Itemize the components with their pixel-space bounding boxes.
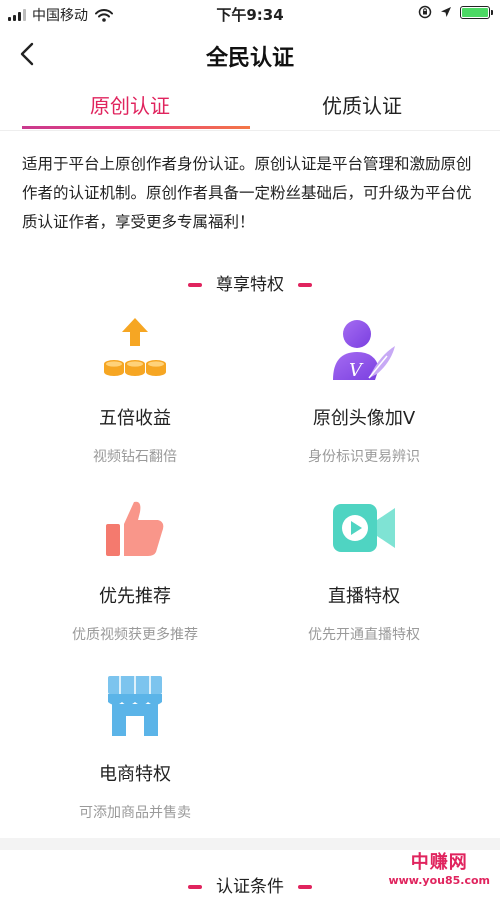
header-dash-left xyxy=(188,885,202,889)
privileges-header: 尊享特权 xyxy=(0,270,500,295)
store-icon xyxy=(108,676,162,736)
location-arrow-icon xyxy=(441,7,451,17)
privileges-header-label: 尊享特权 xyxy=(216,275,284,295)
tab-bar: 原创认证 优质认证 xyxy=(0,80,500,131)
certification-description: 适用于平台上原创作者身份认证。原创认证是平台管理和激励原创作者的认证机制。原创作… xyxy=(22,155,472,231)
nav-bar: 全民认证 xyxy=(0,28,500,80)
privilege-title: 五倍收益 xyxy=(99,408,171,429)
header-dash-left xyxy=(188,283,202,287)
status-right xyxy=(418,5,493,19)
page-title: 全民认证 xyxy=(205,46,294,71)
header-dash-right xyxy=(298,885,312,889)
coins-up-icon xyxy=(104,318,166,376)
video-camera-icon xyxy=(333,504,395,552)
privilege-avatar-v: V 原创头像加V 身份标识更易辨识 xyxy=(264,316,464,466)
privilege-priority-recommend: 优先推荐 优质视频获更多推荐 xyxy=(35,494,235,644)
battery-icon xyxy=(460,5,493,19)
privilege-title: 直播特权 xyxy=(328,586,400,607)
svg-text:V: V xyxy=(349,360,364,381)
header-dash-right xyxy=(298,283,312,287)
watermark-line1: 中赚网 xyxy=(410,852,468,873)
privilege-title: 原创头像加V xyxy=(312,408,416,429)
privilege-title: 优先推荐 xyxy=(99,586,171,607)
tab-quality-certification[interactable]: 优质认证 xyxy=(322,90,402,119)
active-tab-indicator xyxy=(22,126,250,129)
privilege-live-streaming: 直播特权 优先开通直播特权 xyxy=(264,494,464,644)
privilege-subtitle: 优质视频获更多推荐 xyxy=(72,627,198,643)
privilege-five-fold-income: 五倍收益 视频钻石翻倍 xyxy=(35,316,235,466)
watermark: 中赚网 www.you85.com xyxy=(388,848,490,887)
privilege-subtitle: 可添加商品并售卖 xyxy=(79,805,191,821)
privilege-subtitle: 身份标识更易辨识 xyxy=(308,449,420,465)
conditions-header-label: 认证条件 xyxy=(216,877,284,897)
avatar-v-icon: V xyxy=(333,320,395,381)
battery-level xyxy=(462,7,488,17)
privilege-title: 电商特权 xyxy=(99,764,171,785)
rotation-lock-icon xyxy=(418,5,432,19)
tab-original-certification[interactable]: 原创认证 xyxy=(90,90,170,119)
chevron-left-icon xyxy=(20,42,34,66)
thumbs-up-icon xyxy=(106,501,164,556)
privilege-ecommerce: 电商特权 可添加商品并售卖 xyxy=(35,672,235,822)
privilege-subtitle: 优先开通直播特权 xyxy=(308,627,420,643)
back-button[interactable] xyxy=(14,38,44,70)
watermark-line2: www.you85.com xyxy=(388,874,490,887)
status-bar: 中国移动 下午9:34 xyxy=(0,0,500,28)
privilege-subtitle: 视频钻石翻倍 xyxy=(93,449,177,465)
